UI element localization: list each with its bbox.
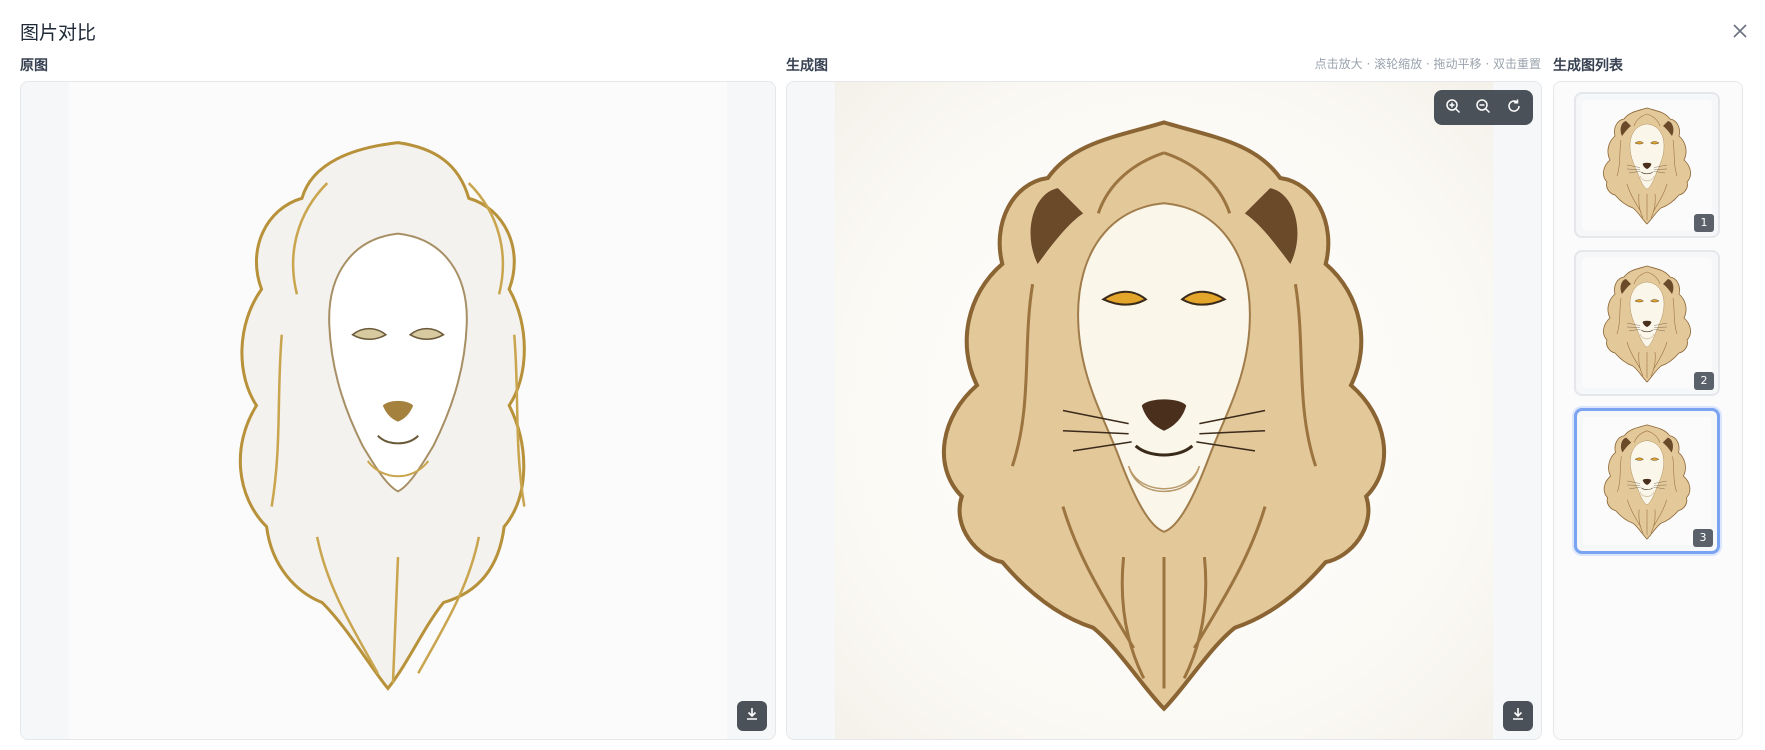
thumbnail-1[interactable]: 1: [1574, 92, 1720, 238]
download-icon: [744, 706, 760, 726]
generated-image[interactable]: [835, 82, 1493, 739]
generated-panel[interactable]: [786, 81, 1542, 740]
interaction-hint: 点击放大 · 滚轮缩放 · 拖动平移 · 双击重置: [1314, 57, 1541, 71]
zoom-out-button[interactable]: [1470, 95, 1496, 121]
reset-button[interactable]: [1501, 95, 1527, 121]
thumbnail-badge: 3: [1693, 529, 1713, 547]
zoom-out-icon: [1475, 98, 1491, 118]
zoom-in-button[interactable]: [1440, 95, 1466, 121]
close-icon[interactable]: [1729, 20, 1751, 42]
reset-icon: [1506, 98, 1522, 118]
thumbnail-2[interactable]: 2: [1574, 250, 1720, 396]
zoom-in-icon: [1445, 98, 1461, 118]
dialog-title: 图片对比: [20, 22, 97, 44]
download-icon: [1510, 706, 1526, 726]
download-generated-button[interactable]: [1503, 701, 1533, 731]
thumbnail-badge: 1: [1694, 214, 1714, 232]
thumbnail-3[interactable]: 3: [1574, 408, 1720, 554]
generated-label: 生成图: [786, 58, 828, 74]
generated-list-label: 生成图列表: [1553, 58, 1623, 74]
download-original-button[interactable]: [737, 701, 767, 731]
original-label: 原图: [20, 58, 48, 74]
generated-list: 1 2 3: [1553, 81, 1743, 740]
original-image: [69, 82, 727, 739]
zoom-toolbar: [1434, 90, 1533, 125]
original-panel: [20, 81, 776, 740]
thumbnail-badge: 2: [1694, 372, 1714, 390]
